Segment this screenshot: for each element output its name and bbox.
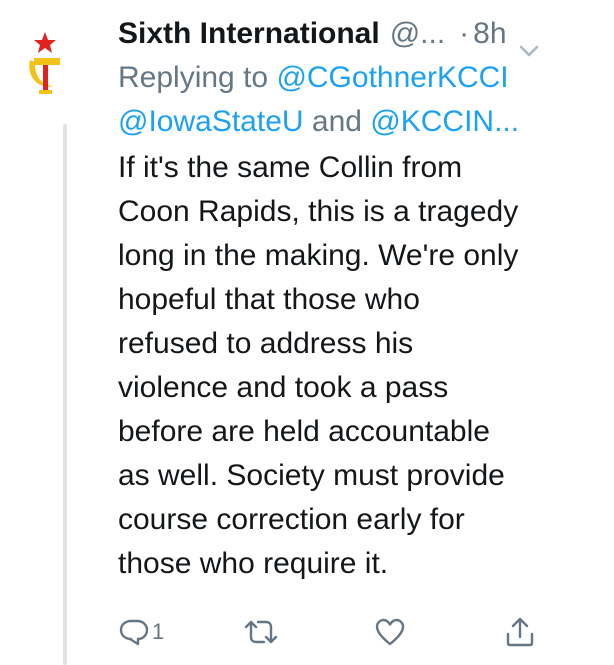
tweet-actions: 1 [118,610,598,654]
mention-joiner: and [311,105,362,138]
replying-to-label: Replying to [118,61,269,94]
like-button[interactable] [374,610,406,654]
reply-icon [119,619,149,646]
avatar[interactable] [20,30,70,96]
mention-link[interactable]: @IowaStateU [118,105,304,138]
retweet-button[interactable] [243,610,279,654]
thread-line [63,124,67,665]
heart-icon [375,618,405,646]
reply-count: 1 [152,619,165,644]
replying-to-cont: @IowaStateU and @KCCIN... [118,100,598,144]
tweet-text-line: those who require it. [118,547,389,580]
tweet-text-line: as well. Society must provide [118,459,505,492]
replying-to: Replying to @CGothnerKCCI [118,56,598,100]
share-button[interactable] [504,610,536,654]
tweet-text: If it's the same Collin from Coon Rapids… [118,146,598,586]
tweet-text-line: If it's the same Collin from [118,151,463,184]
tweet-text-line: Coon Rapids, this is a tragedy [118,195,519,228]
tweet-time[interactable]: 8h [473,12,506,56]
tweet-text-line: violence and took a pass [118,371,449,404]
reply-button[interactable]: 1 [118,610,164,654]
tweet: Sixth International @... · 8h Replying t… [0,0,614,665]
author-name[interactable]: Sixth International [118,12,380,56]
hammer-sickle-avatar-icon [29,32,60,94]
tweet-text-line: course correction early for [118,503,465,536]
author-handle[interactable]: @... [390,12,445,56]
tweet-text-line: long in the making. We're only [118,239,519,272]
tweet-text-line: hopeful that those who [118,283,420,316]
menu-chevron[interactable] [519,27,539,57]
tweet-text-line: before are held accountable [118,415,490,448]
share-icon [506,617,534,647]
separator-dot: · [459,17,470,50]
retweet-icon [244,620,278,644]
tweet-content: Sixth International @... · 8h Replying t… [118,12,598,586]
mention-link[interactable]: @KCCIN... [370,105,519,138]
tweet-text-line: refused to address his [118,327,414,360]
mention-link[interactable]: @CGothnerKCCI [276,61,508,94]
chevron-down-icon [519,45,538,57]
tweet-header: Sixth International @... · 8h [118,12,598,57]
